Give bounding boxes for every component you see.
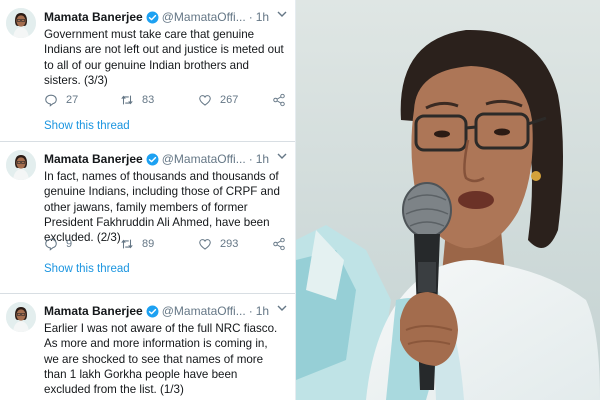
tweet-text: Earlier I was not aware of the full NRC … xyxy=(44,322,278,397)
tweet-body: Mamata Banerjee @MamataOffi... · 1h Gove… xyxy=(44,8,289,88)
share-button[interactable] xyxy=(272,93,294,107)
verified-badge-icon xyxy=(146,11,159,24)
avatar[interactable] xyxy=(6,150,36,180)
tweet-text: Government must take care that genuine I… xyxy=(44,28,284,87)
retweet-count: 83 xyxy=(142,94,155,106)
like-icon xyxy=(199,95,211,106)
share-icon xyxy=(273,237,285,251)
like-count: 267 xyxy=(220,94,239,106)
show-thread-link[interactable]: Show this thread xyxy=(44,120,130,132)
timestamp[interactable]: 1h xyxy=(256,304,269,318)
separator-dot: · xyxy=(248,304,253,318)
retweet-button[interactable]: 83 xyxy=(120,93,154,107)
reply-icon xyxy=(45,94,57,107)
show-thread-link[interactable]: Show this thread xyxy=(44,263,130,275)
retweet-icon xyxy=(121,95,133,105)
like-count: 293 xyxy=(220,238,239,250)
author-name[interactable]: Mamata Banerjee xyxy=(44,152,143,166)
timestamp[interactable]: 1h xyxy=(256,152,269,166)
tweet-body: Mamata Banerjee @MamataOffi... · 1h Earl… xyxy=(44,302,289,397)
like-icon xyxy=(199,239,211,250)
reply-icon xyxy=(45,238,57,251)
tweet-actions: 27 83 267 xyxy=(44,93,294,109)
retweet-button[interactable]: 89 xyxy=(120,237,154,251)
tweet[interactable]: Mamata Banerjee @MamataOffi... · 1h In f… xyxy=(0,142,295,294)
reply-button[interactable]: 27 xyxy=(44,93,78,107)
tweet-header: Mamata Banerjee @MamataOffi... · 1h xyxy=(44,8,289,26)
retweet-count: 89 xyxy=(142,238,155,250)
chevron-down-icon[interactable] xyxy=(277,152,287,160)
avatar[interactable] xyxy=(6,8,36,38)
share-icon xyxy=(273,93,285,107)
verified-badge-icon xyxy=(146,305,159,318)
avatar[interactable] xyxy=(6,302,36,332)
reply-button[interactable]: 9 xyxy=(44,237,72,251)
separator-dot: · xyxy=(248,152,253,166)
tweet-header: Mamata Banerjee @MamataOffi... · 1h xyxy=(44,150,289,168)
author-handle[interactable]: @MamataOffi... xyxy=(162,10,246,24)
speaker-photo xyxy=(296,0,600,400)
tweet-text: In fact, names of thousands and thousand… xyxy=(44,170,280,245)
chevron-down-icon[interactable] xyxy=(277,10,287,18)
tweet-body: Mamata Banerjee @MamataOffi... · 1h In f… xyxy=(44,150,289,245)
verified-badge-icon xyxy=(146,153,159,166)
author-handle[interactable]: @MamataOffi... xyxy=(162,304,246,318)
like-button[interactable]: 293 xyxy=(198,237,238,251)
chevron-down-icon[interactable] xyxy=(277,304,287,312)
tweet[interactable]: Mamata Banerjee @MamataOffi... · 1h Gove… xyxy=(0,0,295,142)
tweet-header: Mamata Banerjee @MamataOffi... · 1h xyxy=(44,302,289,320)
author-name[interactable]: Mamata Banerjee xyxy=(44,304,143,318)
author-name[interactable]: Mamata Banerjee xyxy=(44,10,143,24)
like-button[interactable]: 267 xyxy=(198,93,238,107)
share-button[interactable] xyxy=(272,237,294,251)
tweet[interactable]: Mamata Banerjee @MamataOffi... · 1h Earl… xyxy=(0,294,295,400)
tweet-actions: 9 89 293 xyxy=(44,237,294,253)
author-handle[interactable]: @MamataOffi... xyxy=(162,152,246,166)
tweet-feed: Mamata Banerjee @MamataOffi... · 1h Gove… xyxy=(0,0,295,400)
timestamp[interactable]: 1h xyxy=(256,10,269,24)
reply-count: 9 xyxy=(66,238,73,250)
separator-dot: · xyxy=(248,10,253,24)
retweet-icon xyxy=(121,239,133,249)
reply-count: 27 xyxy=(66,94,79,106)
